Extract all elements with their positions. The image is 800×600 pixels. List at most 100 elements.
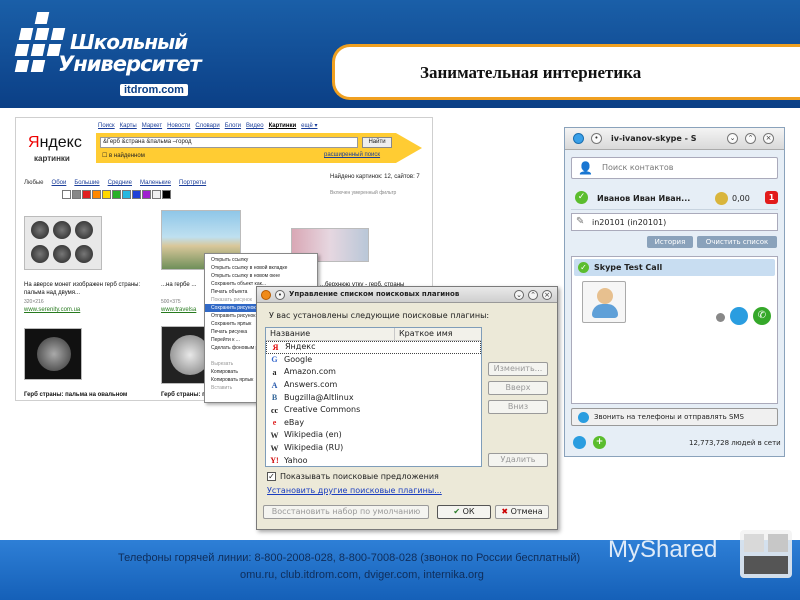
add-contact-icon[interactable]: 👤: [578, 161, 593, 175]
color-swatch[interactable]: [82, 190, 91, 199]
online-status-icon[interactable]: ✓: [575, 191, 588, 204]
yandex-nav-link[interactable]: Картинки: [269, 123, 297, 129]
plugin-row[interactable]: W Wikipedia (en): [266, 429, 481, 442]
column-name[interactable]: Название: [270, 328, 310, 340]
plugin-row[interactable]: B Bugzilla@Altlinux: [266, 391, 481, 404]
maximize-icon[interactable]: ⌃: [745, 133, 756, 144]
color-swatch[interactable]: [112, 190, 121, 199]
skype-chat-icon[interactable]: [730, 307, 748, 325]
plugin-row[interactable]: cc Creative Commons: [266, 404, 481, 417]
color-swatch[interactable]: [122, 190, 131, 199]
logo-text-line2: Университет: [58, 52, 202, 76]
plugin-row[interactable]: W Wikipedia (RU): [266, 442, 481, 455]
search-plugins-dialog: • Управление списком поисковых плагинов …: [256, 286, 558, 530]
yandex-nav-link[interactable]: Маркет: [142, 123, 162, 129]
yandex-in-found-checkbox[interactable]: ☐ в найденном: [102, 152, 145, 159]
size-filter-link[interactable]: Обои: [52, 180, 67, 186]
ok-button[interactable]: ✔ ОК: [437, 505, 491, 519]
yandex-nav-link[interactable]: Новости: [167, 123, 190, 129]
yandex-nav-link[interactable]: Поиск: [98, 123, 115, 129]
edit-button[interactable]: Изменить...: [488, 362, 548, 376]
pencil-icon: ✎: [576, 216, 585, 227]
alerts-badge[interactable]: 1: [765, 191, 778, 204]
result-link[interactable]: www.serenity.com.ua: [24, 307, 80, 313]
close-icon[interactable]: ×: [763, 133, 774, 144]
suggestions-option[interactable]: ✓ Показывать поисковые предложения: [267, 472, 439, 481]
engine-name: Wikipedia (RU): [284, 443, 344, 453]
plugin-row[interactable]: G Google: [266, 354, 481, 367]
call-phones-button[interactable]: Звонить на телефоны и отправлять SMS: [571, 408, 778, 426]
move-up-button[interactable]: Вверх: [488, 381, 548, 395]
install-more-link[interactable]: Установить другие поисковые плагины...: [267, 486, 442, 495]
yandex-nav-link[interactable]: Блоги: [225, 123, 241, 129]
restore-defaults-button[interactable]: Восстановить набор по умолчанию: [263, 505, 429, 519]
result-link[interactable]: www.travelsa: [161, 307, 196, 313]
remove-button[interactable]: Удалить: [488, 453, 548, 467]
color-swatch[interactable]: [72, 190, 81, 199]
dialog-titlebar[interactable]: • Управление списком поисковых плагинов …: [257, 287, 557, 303]
context-menu-item[interactable]: Открыть ссылку: [205, 256, 317, 264]
plugin-list[interactable]: Название Краткое имя Я Яндекс G Google a Amaz…: [265, 327, 482, 467]
engine-icon: cc: [270, 405, 279, 415]
minimize-icon[interactable]: ⌄: [727, 133, 738, 144]
yandex-search-input[interactable]: &Герб &страна &пальма –город: [100, 137, 358, 148]
yandex-advanced-link[interactable]: расширенный поиск: [324, 152, 380, 158]
avatar-body-icon: [592, 304, 618, 318]
minimize-icon[interactable]: ⌄: [514, 290, 524, 300]
call-icon[interactable]: ✆: [753, 307, 771, 325]
clear-list-tab[interactable]: Очистить список: [697, 236, 777, 248]
context-menu-item[interactable]: Открыть ссылку в новой вкладке: [205, 264, 317, 272]
logo-site: itdrom.com: [120, 84, 188, 96]
plugin-row[interactable]: a Amazon.com: [266, 366, 481, 379]
status-icon[interactable]: +: [593, 436, 606, 449]
result-thumb-coin[interactable]: [24, 328, 82, 380]
size-filter-link[interactable]: Маленькие: [140, 180, 171, 186]
move-down-button[interactable]: Вниз: [488, 400, 548, 414]
plugin-row[interactable]: Y! Yahoo: [266, 454, 481, 466]
close-icon[interactable]: ×: [542, 290, 552, 300]
avatar-head-icon: [597, 288, 613, 304]
yandex-nav-link[interactable]: Видео: [246, 123, 264, 129]
plugin-row[interactable]: Я Яндекс: [266, 341, 481, 354]
cancel-button[interactable]: ✖ Отмена: [495, 505, 549, 519]
result-thumb-coins[interactable]: [24, 216, 102, 270]
color-swatch[interactable]: [92, 190, 101, 199]
maximize-icon[interactable]: ⌃: [528, 290, 538, 300]
color-swatch[interactable]: [132, 190, 141, 199]
history-tab[interactable]: История: [647, 236, 693, 248]
color-swatch[interactable]: [152, 190, 161, 199]
skype-contact-search[interactable]: 👤 Поиск контактов: [571, 157, 778, 179]
plugin-row[interactable]: e eBay: [266, 417, 481, 430]
size-filter-link[interactable]: Большие: [74, 180, 99, 186]
skype-user-row[interactable]: ✓ Иванов Иван Иван... 0,00 1: [571, 186, 778, 210]
column-short-name[interactable]: Краткое имя: [394, 328, 453, 340]
mood-message[interactable]: ✎ in20101 (in20101): [571, 213, 778, 231]
size-filter-link[interactable]: Средние: [108, 180, 132, 186]
engine-icon: B: [271, 393, 278, 403]
color-swatch[interactable]: [62, 190, 71, 199]
yandex-find-button[interactable]: Найти: [362, 137, 392, 148]
contact-row[interactable]: ✓ Skype Test Call: [574, 259, 775, 276]
contact-avatar[interactable]: [582, 281, 626, 323]
skype-balance: 0,00: [732, 194, 750, 203]
pin-icon[interactable]: •: [275, 290, 285, 300]
user-name: Иванов Иван Иван...: [597, 194, 691, 203]
yandex-logo: Яндекс: [28, 134, 82, 151]
yandex-nav-link[interactable]: ещё ▾: [301, 123, 317, 129]
yandex-nav-link[interactable]: Карты: [120, 123, 137, 129]
skype-menu-icon[interactable]: [573, 436, 586, 449]
size-filter-link[interactable]: Портреты: [179, 180, 206, 186]
plugin-row[interactable]: A Answers.com: [266, 379, 481, 392]
dropdown-icon[interactable]: [716, 313, 725, 322]
pin-icon[interactable]: •: [591, 133, 602, 144]
yandex-results-count: Найдено картинок: 12, сайтов: 7: [330, 174, 420, 180]
color-swatch[interactable]: [142, 190, 151, 199]
context-menu-item[interactable]: Открыть ссылку в новом окне: [205, 272, 317, 280]
dialog-title: Управление списком поисковых плагинов: [289, 290, 460, 298]
suggestions-checkbox[interactable]: ✓: [267, 472, 276, 481]
skype-titlebar[interactable]: • iv-ivanov-skype - S ⌄ ⌃ ×: [565, 128, 784, 150]
installed-label: У вас установлены следующие поисковые пл…: [269, 311, 490, 320]
color-swatch[interactable]: [102, 190, 111, 199]
yandex-nav-link[interactable]: Словари: [195, 123, 219, 129]
color-swatch[interactable]: [162, 190, 171, 199]
